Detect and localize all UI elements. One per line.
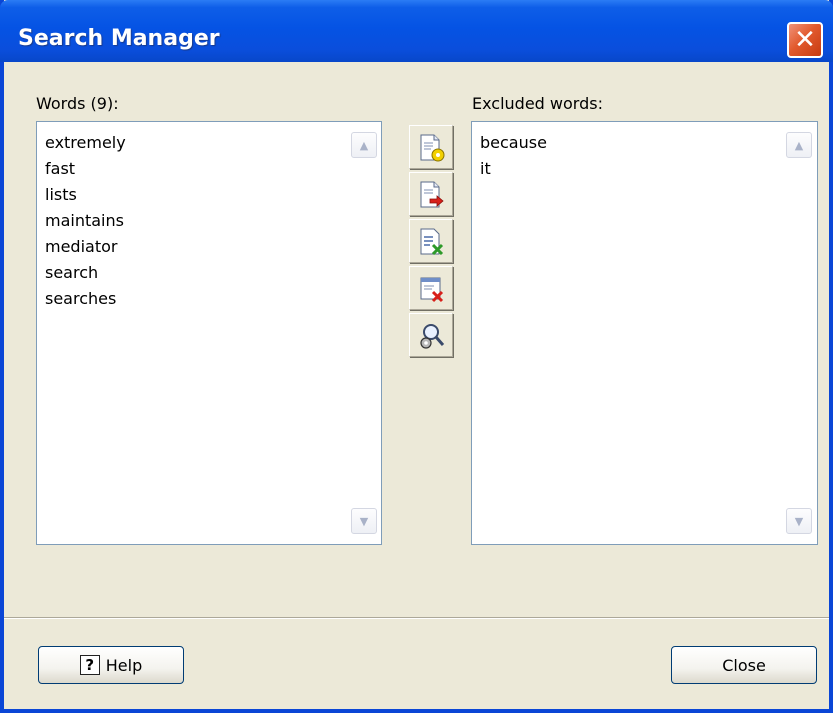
words-label: Words (9): bbox=[36, 94, 119, 113]
words-scroll-up-button[interactable]: ▲ bbox=[351, 132, 377, 158]
close-button-label: Close bbox=[722, 655, 766, 675]
excluded-words-label: Excluded words: bbox=[472, 94, 603, 113]
excluded-words-list[interactable]: because it ▲ ▼ bbox=[471, 121, 818, 545]
delete-words-button[interactable] bbox=[409, 219, 453, 263]
title-bar[interactable]: Search Manager ✕ bbox=[0, 0, 833, 62]
move-to-excluded-button[interactable] bbox=[409, 172, 453, 216]
excluded-scroll-up-button[interactable]: ▲ bbox=[786, 132, 812, 158]
list-item[interactable]: lists bbox=[45, 182, 126, 208]
list-item[interactable]: searches bbox=[45, 286, 126, 312]
excluded-items: because it bbox=[480, 130, 547, 182]
window-title: Search Manager bbox=[18, 26, 220, 51]
list-item[interactable]: extremely bbox=[45, 130, 126, 156]
close-icon: ✕ bbox=[794, 25, 816, 55]
excluded-scroll-down-button[interactable]: ▼ bbox=[786, 508, 812, 534]
footer-divider bbox=[4, 617, 829, 619]
chevron-up-icon: ▲ bbox=[794, 138, 804, 152]
help-button[interactable]: ? Help bbox=[38, 646, 184, 684]
add-to-excluded-button[interactable] bbox=[409, 125, 453, 169]
words-list[interactable]: extremely fast lists maintains mediator … bbox=[36, 121, 382, 545]
chevron-down-icon: ▼ bbox=[794, 514, 804, 528]
search-manager-window: Search Manager ✕ Words (9): extremely fa… bbox=[0, 0, 833, 713]
help-button-label: Help bbox=[105, 655, 143, 675]
words-scroll-down-button[interactable]: ▼ bbox=[351, 508, 377, 534]
list-item[interactable]: because bbox=[480, 130, 547, 156]
chevron-down-icon: ▼ bbox=[359, 514, 369, 528]
search-options-button[interactable] bbox=[409, 313, 453, 357]
words-items: extremely fast lists maintains mediator … bbox=[45, 130, 126, 312]
list-item[interactable]: it bbox=[480, 156, 547, 182]
list-item[interactable]: fast bbox=[45, 156, 126, 182]
help-icon: ? bbox=[79, 655, 100, 675]
chevron-up-icon: ▲ bbox=[359, 138, 369, 152]
list-item[interactable]: mediator bbox=[45, 234, 126, 260]
window-close-button[interactable]: ✕ bbox=[787, 22, 823, 58]
clear-excluded-button[interactable] bbox=[409, 266, 453, 310]
list-item[interactable]: search bbox=[45, 260, 126, 286]
list-item[interactable]: maintains bbox=[45, 208, 126, 234]
close-button[interactable]: Close bbox=[671, 646, 817, 684]
